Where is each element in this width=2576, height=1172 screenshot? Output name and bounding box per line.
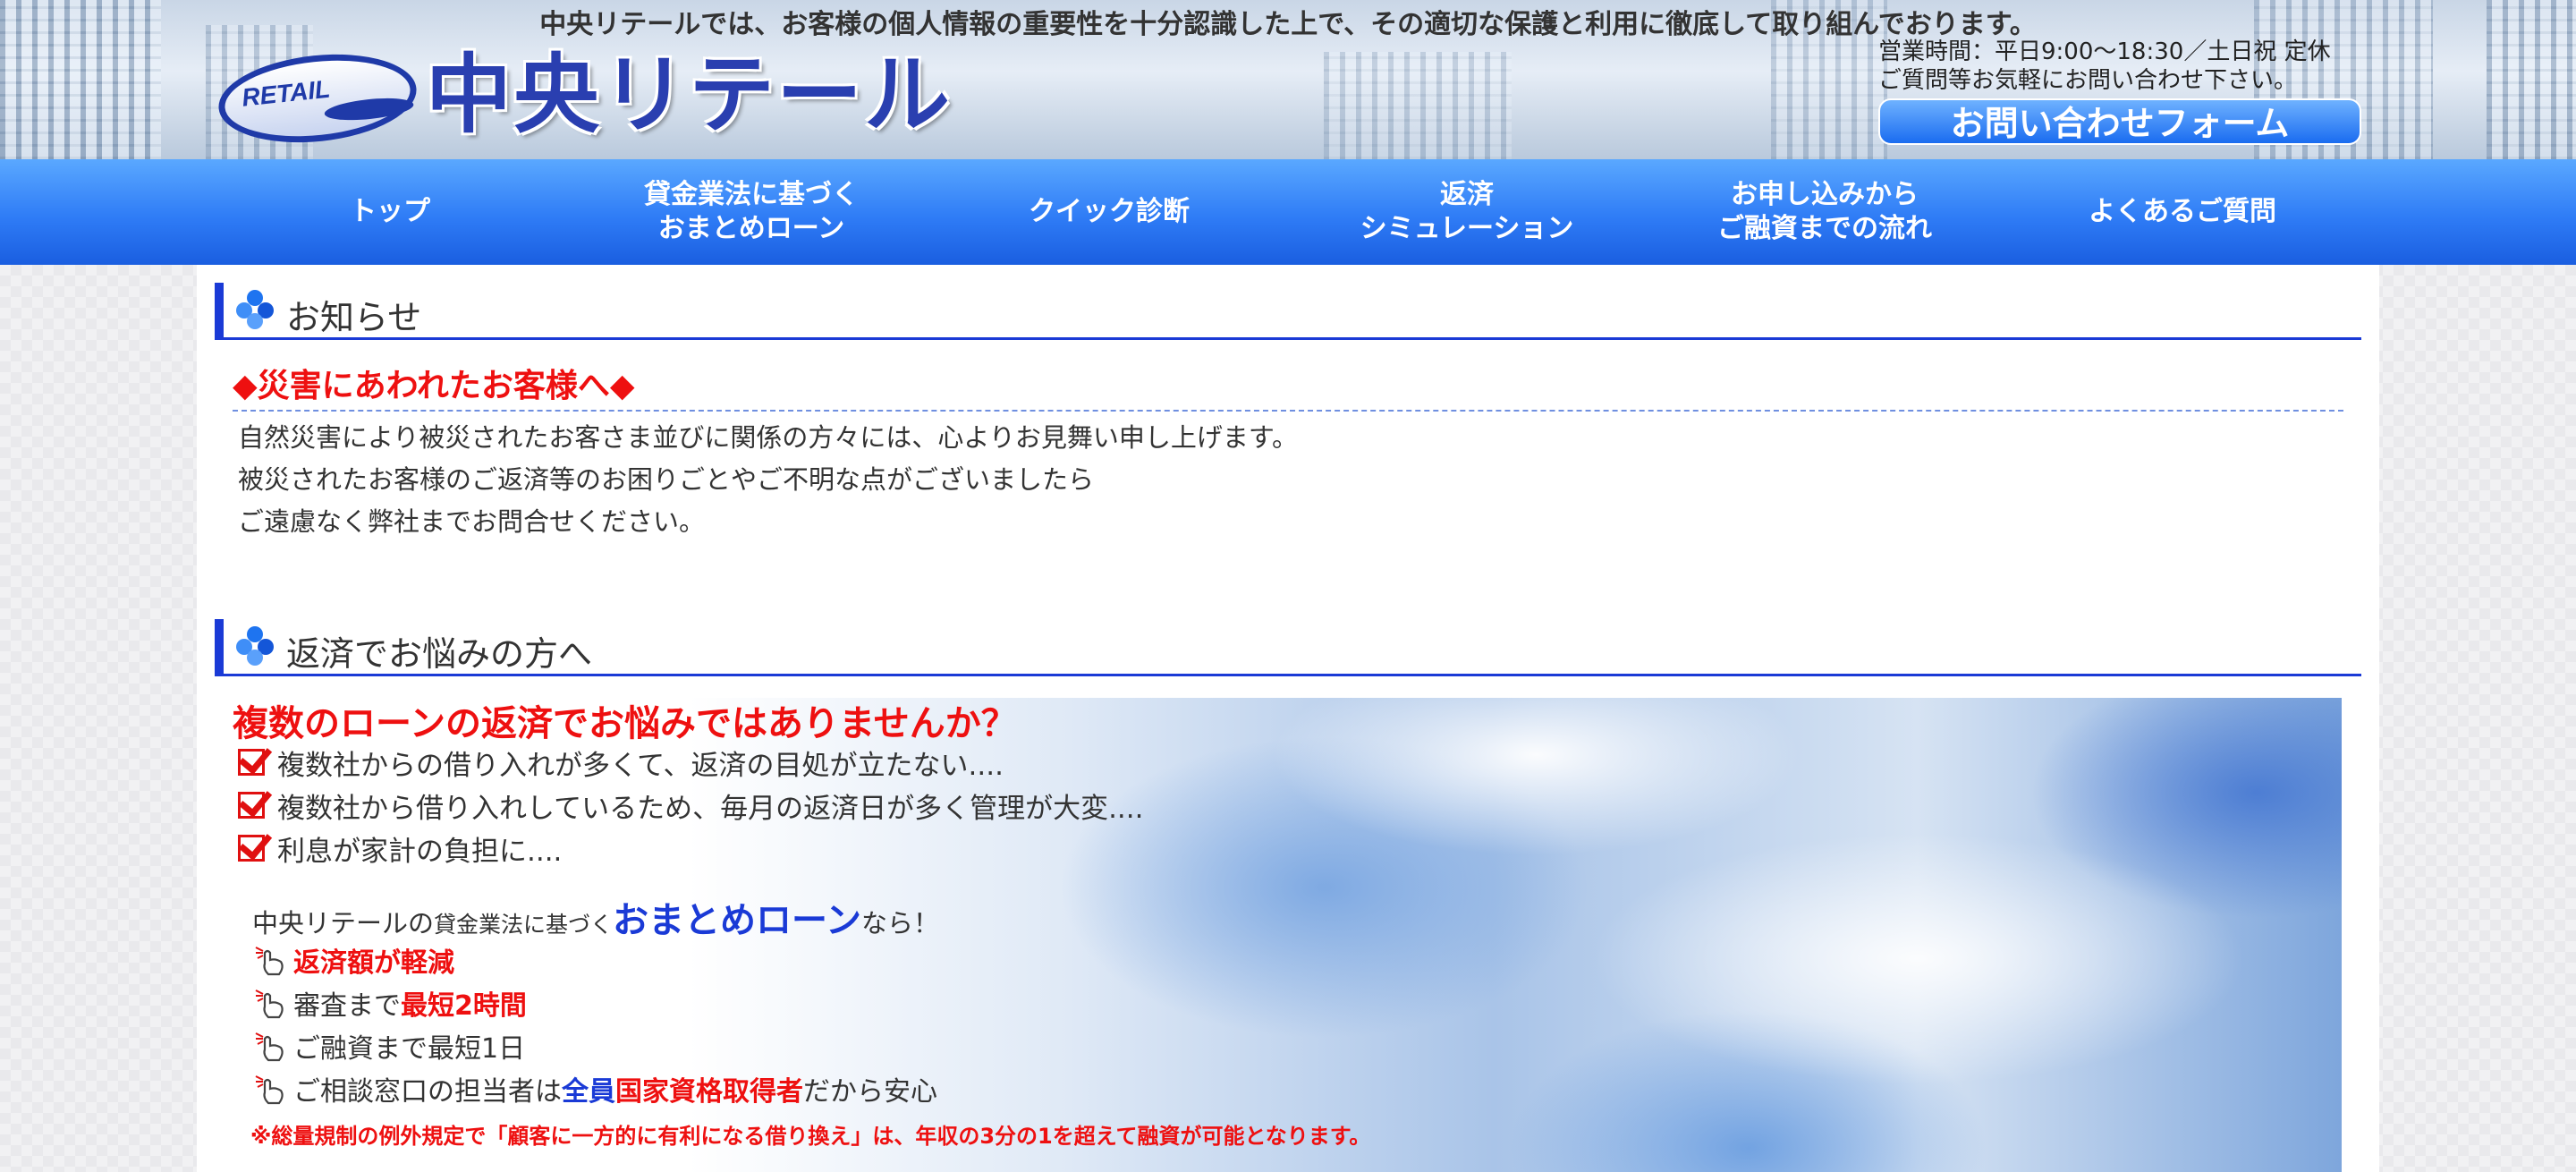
feature-item: ご融資まで最短1日 xyxy=(252,1025,525,1066)
feature-item: ご相談窓口の担当者は 全員 国家資格取得者 だから安心 xyxy=(252,1068,937,1109)
logo-badge-text: RETAIL xyxy=(240,74,332,112)
notice-line: 被災されたお客様のご返済等のお困りごとやご不明な点がございましたら xyxy=(238,464,1095,495)
nav-item-faq[interactable]: よくあるご質問 xyxy=(2004,159,2361,265)
repay-section-header: 返済でお悩みの方へ xyxy=(215,619,2361,676)
feature-highlight: 国家資格取得者 xyxy=(615,1076,803,1108)
privacy-notice: 中央リテールでは、お客様の個人情報の重要性を十分認識した上で、その適切な保護と利… xyxy=(539,9,2037,40)
lead-omatome-loan: おまとめローン xyxy=(613,900,862,941)
header-building-image xyxy=(1324,52,1512,159)
nav-item-application-flow[interactable]: お申し込みから ご融資までの流れ xyxy=(1646,159,2004,265)
site-logo-name[interactable]: 中央リテール xyxy=(426,52,952,138)
nav-item-omatome-loan[interactable]: 貸金業法に基づく おまとめローン xyxy=(572,159,930,265)
disaster-notice-body: 自然災害により被災されたお客さま並びに関係の方々には、心よりお見舞い申し上げます… xyxy=(238,417,1298,543)
disaster-notice-title: ◆災害にあわれたお客様へ◆ xyxy=(233,368,635,404)
blue-dots-icon xyxy=(236,290,275,329)
dashed-divider xyxy=(233,410,2343,412)
feature-text-suffix: だから安心 xyxy=(803,1076,937,1108)
concern-item: 複数社からの借り入れが多くて、返済の目処が立たない.... xyxy=(238,740,1004,782)
pointing-hand-icon xyxy=(255,1075,284,1105)
feature-text: 審査まで xyxy=(293,990,401,1022)
concern-item: 利息が家計の負担に.... xyxy=(238,826,563,868)
blue-dots-icon xyxy=(236,626,275,666)
feature-item: 審査まで 最短2時間 xyxy=(252,982,527,1023)
concern-text: 複数社からの借り入れが多くて、返済の目処が立たない.... xyxy=(277,749,1004,782)
pointing-hand-icon xyxy=(255,989,284,1019)
business-hours: 営業時間：平日9:00〜18:30／土日祝 定休 ご質問等お気軽にお問い合わせ下… xyxy=(1878,38,2331,95)
checkbox-checked-icon xyxy=(238,783,273,819)
repay-heading: 返済でお悩みの方へ xyxy=(286,634,593,674)
concern-text: 利息が家計の負担に.... xyxy=(277,835,563,868)
news-section-header: お知らせ xyxy=(215,283,2361,340)
site-header: 中央リテールでは、お客様の個人情報の重要性を十分認識した上で、その適切な保護と利… xyxy=(0,0,2576,159)
notice-line: ご遠慮なく弊社までお問合せください。 xyxy=(238,506,706,537)
nav-item-quick-check[interactable]: クイック診断 xyxy=(930,159,1288,265)
total-volume-regulation-note: ※総量規制の例外規定で「顧客に一方的に有利になる借り換え」は、年収の3分の1を超… xyxy=(250,1124,1371,1149)
news-heading: お知らせ xyxy=(286,298,422,337)
omatome-lead: 中央リテールの貸金業法に基づくおまとめローンなら！ xyxy=(252,891,939,943)
pointing-hand-icon xyxy=(255,1032,284,1062)
lead-suffix: なら！ xyxy=(861,908,940,938)
logo-swoosh xyxy=(323,94,415,124)
feature-text: ご相談窓口の担当者は xyxy=(293,1076,562,1108)
feature-text: ご融資まで最短1日 xyxy=(293,1033,526,1065)
pointing-hand-icon xyxy=(255,947,284,976)
repay-question: 複数のローンの返済でお悩みではありませんか？ xyxy=(233,703,1017,744)
contact-form-button[interactable]: お問い合わせフォーム xyxy=(1878,98,2361,145)
checkbox-checked-icon xyxy=(238,826,273,862)
concern-item: 複数社から借り入れしているため、毎月の返済日が多く管理が大変.... xyxy=(238,783,1144,825)
nav-item-repayment-simulation[interactable]: 返済 シミュレーション xyxy=(1288,159,1646,265)
notice-line: 自然災害により被災されたお客さま並びに関係の方々には、心よりお見舞い申し上げます… xyxy=(238,422,1298,453)
feature-highlight: 最短2時間 xyxy=(401,990,527,1022)
feature-text: 返済額が軽減 xyxy=(293,947,454,979)
checkbox-checked-icon xyxy=(238,740,273,776)
nav-item-top[interactable]: トップ xyxy=(211,159,569,265)
feature-highlight-blue: 全員 xyxy=(562,1076,615,1108)
business-hours-line: 営業時間：平日9:00〜18:30／土日祝 定休 xyxy=(1878,38,2331,65)
feature-item: 返済額が軽減 xyxy=(252,939,454,981)
contact-invite-line: ご質問等お気軽にお問い合わせ下さい。 xyxy=(1878,67,2298,94)
lead-law: 貸金業法に基づく xyxy=(434,912,614,938)
concern-text: 複数社から借り入れしているため、毎月の返済日が多く管理が大変.... xyxy=(277,792,1144,825)
main-nav: トップ 貸金業法に基づく おまとめローン クイック診断 返済 シミュレーション … xyxy=(0,159,2576,265)
lead-company: 中央リテールの xyxy=(252,908,435,938)
